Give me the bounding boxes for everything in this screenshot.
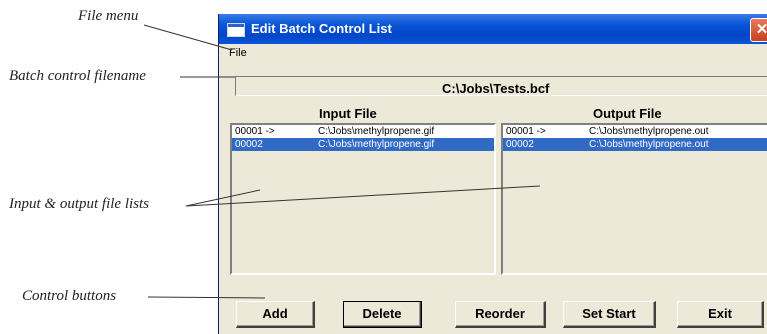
callout-control-buttons: Control buttons <box>22 288 117 304</box>
reorder-button[interactable]: Reorder <box>455 301 546 328</box>
callout-batch-filename: Batch control filename <box>9 68 146 84</box>
row-number: 00001 -> <box>506 126 546 137</box>
edit-batch-control-list-window: Edit Batch Control List ✕ File C:\Jobs\T… <box>218 14 767 334</box>
row-path: C:\Jobs\methylpropene.gif <box>318 139 435 150</box>
row-path: C:\Jobs\methylpropene.gif <box>318 126 435 137</box>
list-item[interactable]: 00001 -> C:\Jobs\methylpropene.gif <box>232 125 494 138</box>
close-button[interactable]: ✕ <box>750 18 767 42</box>
output-file-header: Output File <box>593 106 662 121</box>
menu-file[interactable]: File <box>229 47 247 59</box>
delete-button[interactable]: Delete <box>343 301 422 328</box>
input-file-list[interactable]: 00001 -> C:\Jobs\methylpropene.gif 00002… <box>230 123 496 275</box>
row-number: 00002 <box>506 139 534 150</box>
row-number: 00001 -> <box>235 126 275 137</box>
window-icon <box>227 23 245 37</box>
set-start-button[interactable]: Set Start <box>563 301 656 328</box>
batch-filename: C:\Jobs\Tests.bcf <box>442 81 550 96</box>
exit-button[interactable]: Exit <box>677 301 764 328</box>
list-item[interactable]: 00001 -> C:\Jobs\methylpropene.out <box>503 125 767 138</box>
input-file-header: Input File <box>319 106 377 121</box>
callout-file-menu: File menu <box>78 8 139 24</box>
row-path: C:\Jobs\methylpropene.out <box>589 126 709 137</box>
list-item[interactable]: 00002 C:\Jobs\methylpropene.out <box>503 138 767 151</box>
title-bar[interactable]: Edit Batch Control List ✕ <box>219 14 767 44</box>
output-file-list[interactable]: 00001 -> C:\Jobs\methylpropene.out 00002… <box>501 123 767 275</box>
window-title: Edit Batch Control List <box>251 21 392 36</box>
list-item[interactable]: 00002 C:\Jobs\methylpropene.gif <box>232 138 494 151</box>
row-path: C:\Jobs\methylpropene.out <box>589 139 709 150</box>
callout-file-lists: Input & output file lists <box>9 196 150 212</box>
row-number: 00002 <box>235 139 263 150</box>
add-button[interactable]: Add <box>236 301 315 328</box>
close-icon: ✕ <box>755 21 767 38</box>
menu-bar: File <box>219 44 767 62</box>
